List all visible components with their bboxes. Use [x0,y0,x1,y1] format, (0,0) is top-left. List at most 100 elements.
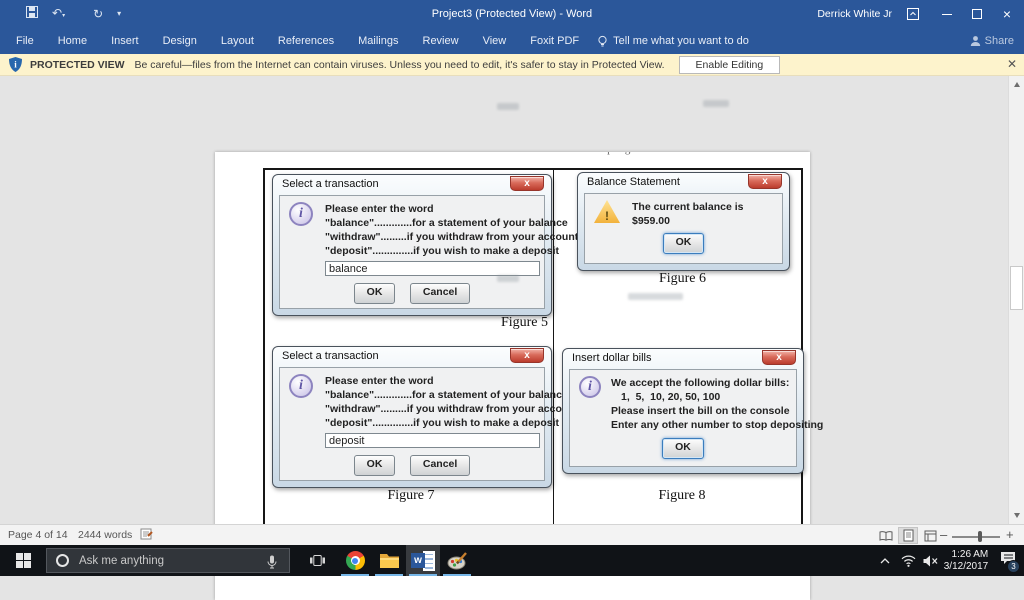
enable-editing-button[interactable]: Enable Editing [679,56,781,74]
search-placeholder: Ask me anything [79,555,164,567]
wifi-icon[interactable] [898,545,918,576]
dialog-message-line: The current balance is [632,200,743,214]
document-canvas: CS 100-01 Spring Semester 2017 Select a … [0,76,1024,524]
tab-mailings[interactable]: Mailings [346,28,410,54]
action-center-icon[interactable]: 3 [996,545,1020,576]
protected-view-bar: i PROTECTED VIEW Be careful—files from t… [0,54,1024,76]
dialog-panel: The current balance is $959.00 OK [584,193,783,264]
scroll-up-button[interactable] [1009,77,1024,92]
dialog-message-line: "withdraw".........if you withdraw from … [325,402,578,416]
tab-insert[interactable]: Insert [99,28,151,54]
user-name: Derrick White Jr [817,0,892,28]
dialog-message-line: "deposit"..............if you wish to ma… [325,416,578,430]
cancel-button[interactable]: Cancel [410,283,470,304]
dialog-message-line: "balance".............for a statement of… [325,388,578,402]
clock-date: 3/12/2017 [944,561,989,572]
status-bar: Page 4 of 14 2444 words – + [0,524,1024,545]
dialog-insert-dollar-bills-fig8: Insert dollar bills x i We accept the fo… [562,348,804,474]
app-titlebar: ↶▾ ↻ ▾ Project3 (Protected View) - Word … [0,0,1024,28]
zoom-slider[interactable] [952,536,1000,538]
figure-caption-6: Figure 6 [577,271,788,287]
dialog-panel: i Please enter the word "balance".......… [279,195,545,309]
clock[interactable]: 1:26 AM 3/12/2017 [938,545,994,576]
zoom-in-button[interactable]: + [1006,527,1014,542]
tab-file[interactable]: File [4,28,46,54]
dialog-close-icon[interactable]: x [510,348,544,363]
paint-icon[interactable] [440,545,474,576]
dialog-close-icon[interactable]: x [748,174,782,189]
tab-design[interactable]: Design [151,28,209,54]
ok-button[interactable]: OK [662,438,704,459]
info-icon: i [289,202,313,226]
dialog-message-line: Enter any other number to stop depositin… [611,418,823,432]
ok-button[interactable]: OK [354,283,396,304]
cortana-icon [56,554,69,567]
ghost-smudge [497,103,519,110]
dialog-close-icon[interactable]: x [510,176,544,191]
transaction-input[interactable] [325,433,540,448]
message-bar-close-icon[interactable]: ✕ [1007,57,1017,71]
ok-button[interactable]: OK [354,455,396,476]
dialog-message-line: 1, 5, 10, 20, 50, 100 [611,390,823,404]
tab-layout[interactable]: Layout [209,28,266,54]
cancel-button[interactable]: Cancel [410,455,470,476]
task-view-button[interactable] [300,545,334,576]
zoom-out-button[interactable]: – [940,527,947,542]
notification-badge: 3 [1007,560,1020,573]
close-button[interactable]: × [992,0,1022,28]
tab-view[interactable]: View [471,28,519,54]
ghost-smudge [703,100,729,107]
tab-home[interactable]: Home [46,28,99,54]
zoom-handle[interactable] [978,531,982,542]
page-indicator[interactable]: Page 4 of 14 [8,529,68,541]
restore-button[interactable] [962,0,992,28]
dialog-panel: i Please enter the word "balance".......… [279,367,545,481]
word-icon[interactable]: w [406,545,440,576]
web-layout-button[interactable] [920,527,940,544]
search-box[interactable]: Ask me anything [46,548,290,573]
doc-header-right: Spring Semester 2017 [601,152,751,157]
lightbulb-icon [597,35,608,48]
warning-icon [594,200,620,223]
person-icon [970,35,981,47]
proofing-icon[interactable] [140,528,153,544]
dialog-message-line: "withdraw".........if you withdraw from … [325,230,578,244]
scroll-thumb[interactable] [1010,266,1023,310]
minimize-button[interactable] [932,0,962,28]
ribbon-display-options-icon[interactable] [898,0,928,28]
read-mode-button[interactable] [876,527,896,544]
transaction-input[interactable] [325,261,540,276]
tell-me-box[interactable]: Tell me what you want to do [597,35,749,48]
tab-foxit-pdf[interactable]: Foxit PDF [518,28,591,54]
chrome-icon[interactable] [338,545,372,576]
start-button[interactable] [0,545,46,576]
tab-review[interactable]: Review [411,28,471,54]
share-button[interactable]: Share [970,28,1014,54]
word-count[interactable]: 2444 words [78,529,132,541]
dialog-message-line: We accept the following dollar bills: [611,376,823,390]
microphone-icon[interactable] [267,555,277,569]
protected-view-message: Be careful—files from the Internet can c… [135,59,665,71]
print-layout-button[interactable] [898,527,918,544]
figure-caption-5: Figure 5 [272,315,548,331]
dialog-message-line: Please insert the bill on the console [611,404,823,418]
dialog-message-line: "deposit"..............if you wish to ma… [325,244,578,258]
ok-button[interactable]: OK [663,233,705,254]
dialog-message-line: $959.00 [632,214,743,228]
dialog-message-line: Please enter the word [325,202,578,216]
dialog-balance-statement-fig6: Balance Statement x The current balance … [577,172,790,271]
dialog-title: Balance Statement [587,176,680,188]
tray-chevron-icon[interactable] [876,545,894,576]
tab-references[interactable]: References [266,28,346,54]
protected-view-label: PROTECTED VIEW [30,59,125,71]
file-explorer-icon[interactable] [372,545,406,576]
volume-muted-icon[interactable] [920,545,940,576]
shield-icon: i [9,57,22,72]
vertical-scrollbar[interactable] [1008,76,1024,524]
scroll-down-button[interactable] [1009,508,1024,523]
info-icon: i [289,374,313,398]
dialog-title: Insert dollar bills [572,352,651,364]
dialog-close-icon[interactable]: x [762,350,796,365]
dialog-panel: i We accept the following dollar bills: … [569,369,797,467]
figure-caption-8: Figure 8 [562,488,802,504]
